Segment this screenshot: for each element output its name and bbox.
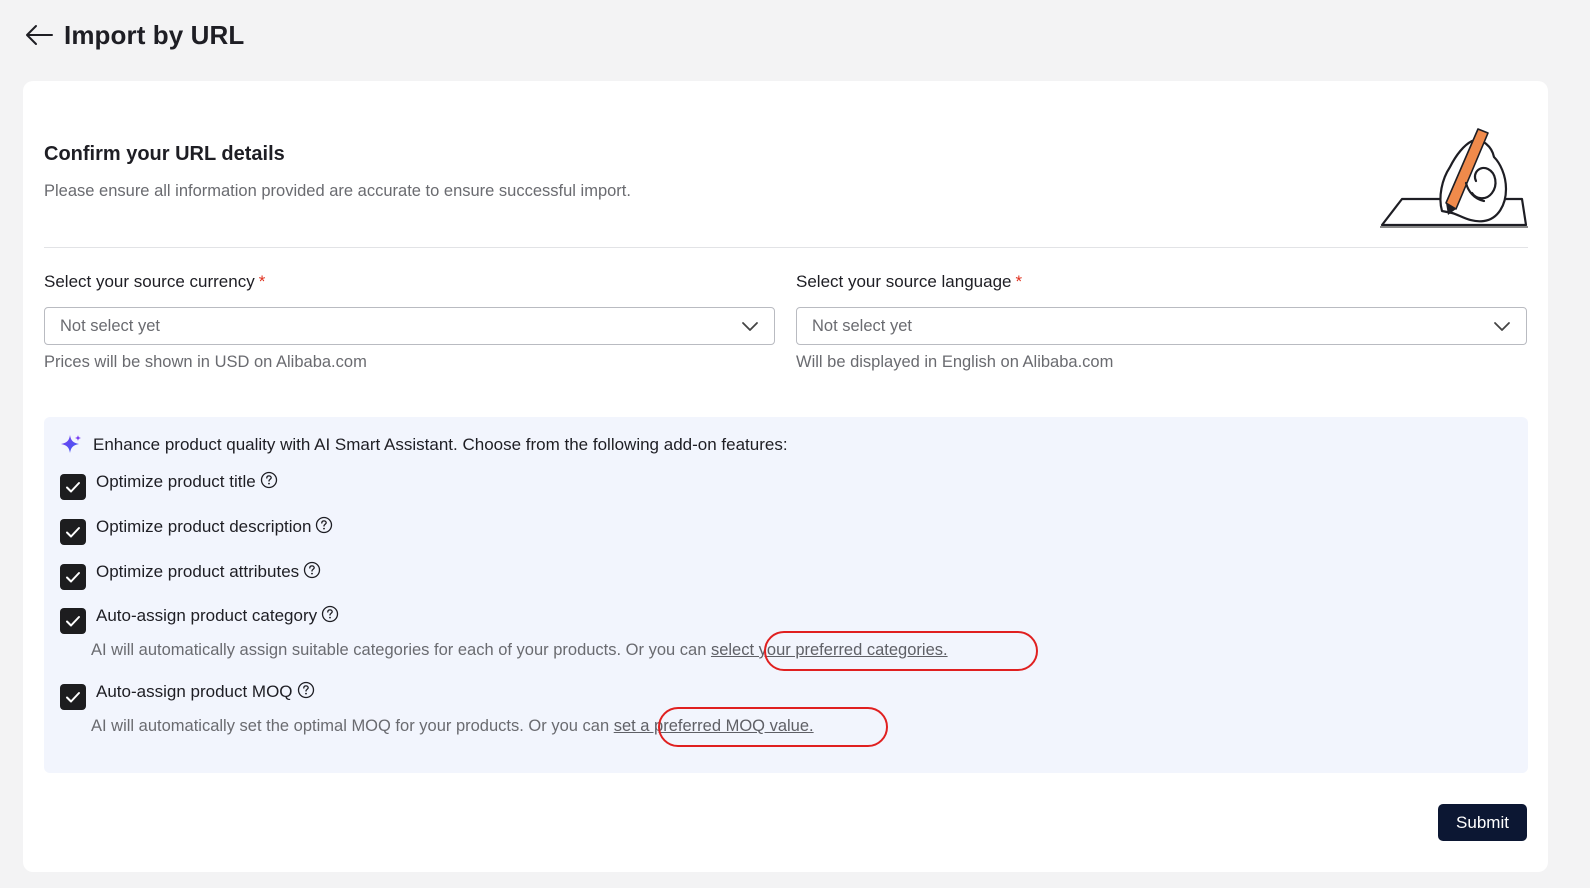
ai-heading: Enhance product quality with AI Smart As…: [60, 434, 788, 456]
optimize-attributes-checkbox[interactable]: [60, 564, 86, 590]
option-label-text: Optimize product attributes: [96, 562, 300, 581]
currency-label: Select your source currency *: [44, 271, 775, 293]
option-label-text: Optimize product title: [96, 472, 256, 491]
ai-heading-text: Enhance product quality with AI Smart As…: [93, 435, 788, 454]
section-title: Confirm your URL details: [44, 143, 285, 165]
language-hint: Will be displayed in English on Alibaba.…: [796, 353, 1114, 371]
arrow-left-icon: [26, 25, 53, 45]
option-label: Auto-assign product category: [96, 604, 339, 628]
category-note: AI will automatically assign suitable ca…: [91, 641, 948, 660]
page-title: Import by URL: [64, 19, 245, 50]
required-mark: *: [258, 272, 266, 291]
chevron-down-icon: [742, 322, 758, 331]
optimize-description-checkbox[interactable]: [60, 519, 86, 545]
language-label: Select your source language *: [796, 271, 1527, 293]
moq-note-text: AI will automatically set the optimal MO…: [91, 717, 614, 735]
auto-category-checkbox[interactable]: [60, 608, 86, 634]
help-icon[interactable]: [297, 681, 315, 699]
currency-hint: Prices will be shown in USD on Alibaba.c…: [44, 353, 367, 371]
check-icon: [66, 482, 80, 493]
sparkle-icon: [61, 435, 81, 453]
currency-field: Select your source currency * Not select …: [44, 271, 775, 372]
option-optimize-description: Optimize product description: [60, 515, 333, 545]
language-select-value: Not select yet: [812, 316, 912, 335]
help-icon[interactable]: [303, 561, 321, 579]
language-select[interactable]: Not select yet: [796, 307, 1527, 345]
language-label-text: Select your source language: [796, 272, 1012, 291]
language-field: Select your source language * Not select …: [796, 271, 1527, 372]
section-divider: [44, 247, 1528, 248]
option-auto-category: Auto-assign product category: [60, 604, 339, 634]
moq-note: AI will automatically set the optimal MO…: [91, 717, 814, 736]
page-header: Import by URL: [23, 18, 244, 52]
option-label: Optimize product attributes: [96, 560, 321, 584]
help-icon[interactable]: [260, 471, 278, 489]
check-icon: [66, 527, 80, 538]
option-label: Optimize product title: [96, 470, 278, 494]
option-label-text: Auto-assign product MOQ: [96, 682, 293, 701]
check-icon: [66, 692, 80, 703]
url-details-card: Confirm your URL details Please ensure a…: [23, 81, 1548, 872]
help-icon[interactable]: [321, 605, 339, 623]
check-icon: [66, 616, 80, 627]
writing-hand-illustration: [1380, 128, 1528, 228]
ai-assistant-panel: Enhance product quality with AI Smart As…: [44, 417, 1528, 773]
set-moq-link[interactable]: set a preferred MOQ value.: [614, 717, 814, 735]
section-description: Please ensure all information provided a…: [44, 182, 631, 200]
currency-select-value: Not select yet: [60, 316, 160, 335]
select-categories-link[interactable]: select your preferred categories.: [711, 641, 948, 659]
submit-button[interactable]: Submit: [1438, 804, 1527, 841]
option-label-text: Auto-assign product category: [96, 606, 318, 625]
category-note-text: AI will automatically assign suitable ca…: [91, 641, 711, 659]
chevron-down-icon: [1494, 322, 1510, 331]
option-optimize-attributes: Optimize product attributes: [60, 560, 321, 590]
check-icon: [66, 572, 80, 583]
back-button[interactable]: [23, 19, 55, 51]
currency-label-text: Select your source currency: [44, 272, 255, 291]
option-label-text: Optimize product description: [96, 517, 312, 536]
option-label: Optimize product description: [96, 515, 333, 539]
required-mark: *: [1015, 272, 1023, 291]
currency-select[interactable]: Not select yet: [44, 307, 775, 345]
option-optimize-title: Optimize product title: [60, 470, 278, 500]
optimize-title-checkbox[interactable]: [60, 474, 86, 500]
option-auto-moq: Auto-assign product MOQ: [60, 680, 315, 710]
help-icon[interactable]: [315, 516, 333, 534]
auto-moq-checkbox[interactable]: [60, 684, 86, 710]
option-label: Auto-assign product MOQ: [96, 680, 315, 704]
